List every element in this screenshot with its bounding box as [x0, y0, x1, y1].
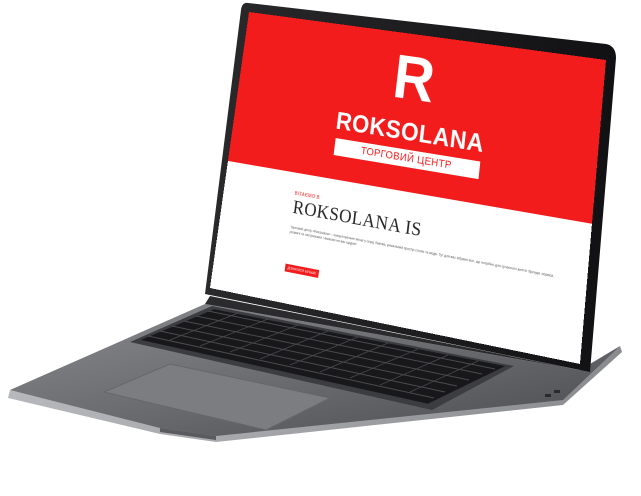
- about-body-text: Торговий центр «Roksolana» – концептуаль…: [289, 225, 555, 279]
- learn-more-button[interactable]: ДІЗНАТИСЯ БІЛЬШЕ: [284, 263, 320, 278]
- product-mockup: R ROKSOLANA ТОРГОВИЙ ЦЕНТР ВІТАЄМО В ROK…: [0, 0, 641, 496]
- logo-letter: R: [389, 40, 439, 116]
